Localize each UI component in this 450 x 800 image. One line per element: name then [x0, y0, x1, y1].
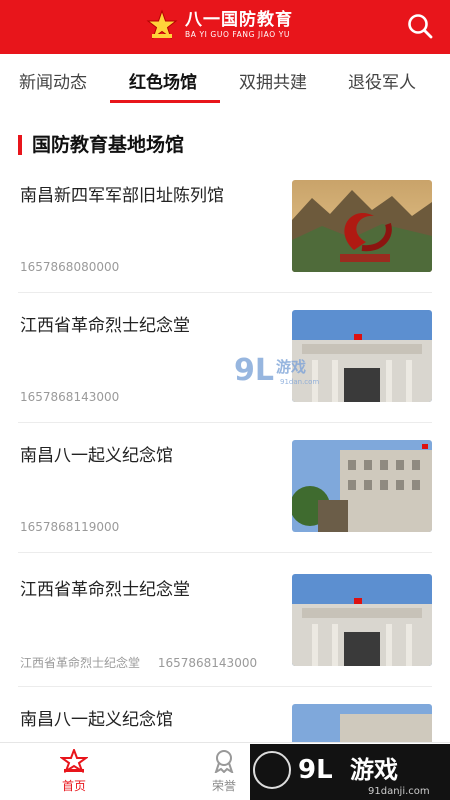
article-timestamp: 1657868080000 [20, 260, 120, 274]
medal-icon [214, 750, 234, 773]
article-thumbnail [292, 574, 432, 666]
article-meta: 1657868080000 [20, 260, 119, 274]
watermark-bottom-url: 91danji.com [368, 786, 430, 797]
watermark-center-url: 91dan.com [280, 378, 319, 386]
watermark-bottom-text: 游戏 [350, 756, 398, 784]
nav-home-label: 首页 [61, 779, 86, 793]
logo-title: 八一国防教育 [185, 10, 293, 30]
divider [18, 422, 432, 423]
watermark-bottom-logo: 9L [298, 755, 333, 785]
app-header: 八一国防教育 BA YI GUO FANG JIAO YU [0, 0, 450, 54]
article-meta: 1657868143000 [20, 390, 119, 404]
watermark-center-logo: 9L [234, 353, 274, 388]
article-title: 江西省革命烈士纪念堂 [20, 316, 190, 336]
search-icon[interactable] [406, 12, 434, 40]
divider [18, 552, 432, 553]
article-timestamp: 1657868143000 [157, 656, 258, 670]
article-title: 南昌八一起义纪念馆 [20, 446, 173, 466]
article-thumbnail [292, 180, 432, 272]
logo-subtitle: BA YI GUO FANG JIAO YU [185, 30, 290, 39]
article-title: 江西省革命烈士纪念堂 [20, 580, 190, 600]
watermark-9l-icon: 9L 游戏 91dan.com [234, 353, 319, 388]
tab-news[interactable]: 新闻动态 [19, 68, 87, 93]
nav-home[interactable]: 首页 [44, 749, 104, 794]
article-title: 南昌八一起义纪念馆 [20, 710, 173, 730]
article-thumbnail [292, 440, 432, 532]
nav-honor[interactable]: 荣誉 [194, 749, 254, 794]
tab-red-venues[interactable]: 红色场馆 [129, 68, 197, 93]
list-item[interactable]: 江西省革命烈士纪念堂 1657868143000 [18, 310, 432, 444]
article-timestamp: 1657868119000 [20, 520, 120, 534]
tab-veterans[interactable]: 退役军人 [348, 68, 416, 93]
active-tab-indicator [110, 100, 220, 103]
divider [18, 686, 432, 687]
article-source: 江西省革命烈士纪念堂 [20, 656, 141, 670]
article-meta: 江西省革命烈士纪念堂 1657868143000 [20, 654, 257, 671]
tab-double-support[interactable]: 双拥共建 [239, 68, 307, 93]
list-item[interactable]: 江西省革命烈士纪念堂 江西省革命烈士纪念堂 1657868143000 [18, 574, 432, 708]
watermark-banner-icon: 9L 游戏 91danji.com [250, 744, 450, 800]
watermark-center-text: 游戏 [276, 358, 306, 376]
nav-honor-label: 荣誉 [211, 779, 236, 793]
category-tabs: 新闻动态 红色场馆 双拥共建 退役军人 [0, 54, 450, 106]
article-title: 南昌新四军军部旧址陈列馆 [20, 186, 224, 206]
section-title: 国防教育基地场馆 [18, 132, 184, 158]
article-meta: 1657868119000 [20, 520, 119, 534]
divider [18, 292, 432, 293]
article-timestamp: 1657868143000 [20, 390, 120, 404]
watermark-banner: 9L 游戏 91danji.com [250, 744, 450, 800]
watermark-logo: 9L 游戏 91dan.com [232, 350, 322, 390]
list-item[interactable]: 南昌新四军军部旧址陈列馆 1657868080000 [18, 180, 432, 314]
home-emblem-icon [60, 749, 88, 773]
list-item[interactable]: 南昌八一起义纪念馆 1657868119000 [18, 440, 432, 574]
star-emblem-icon [146, 9, 178, 40]
app-logo: 八一国防教育 BA YI GUO FANG JIAO YU [145, 8, 293, 42]
